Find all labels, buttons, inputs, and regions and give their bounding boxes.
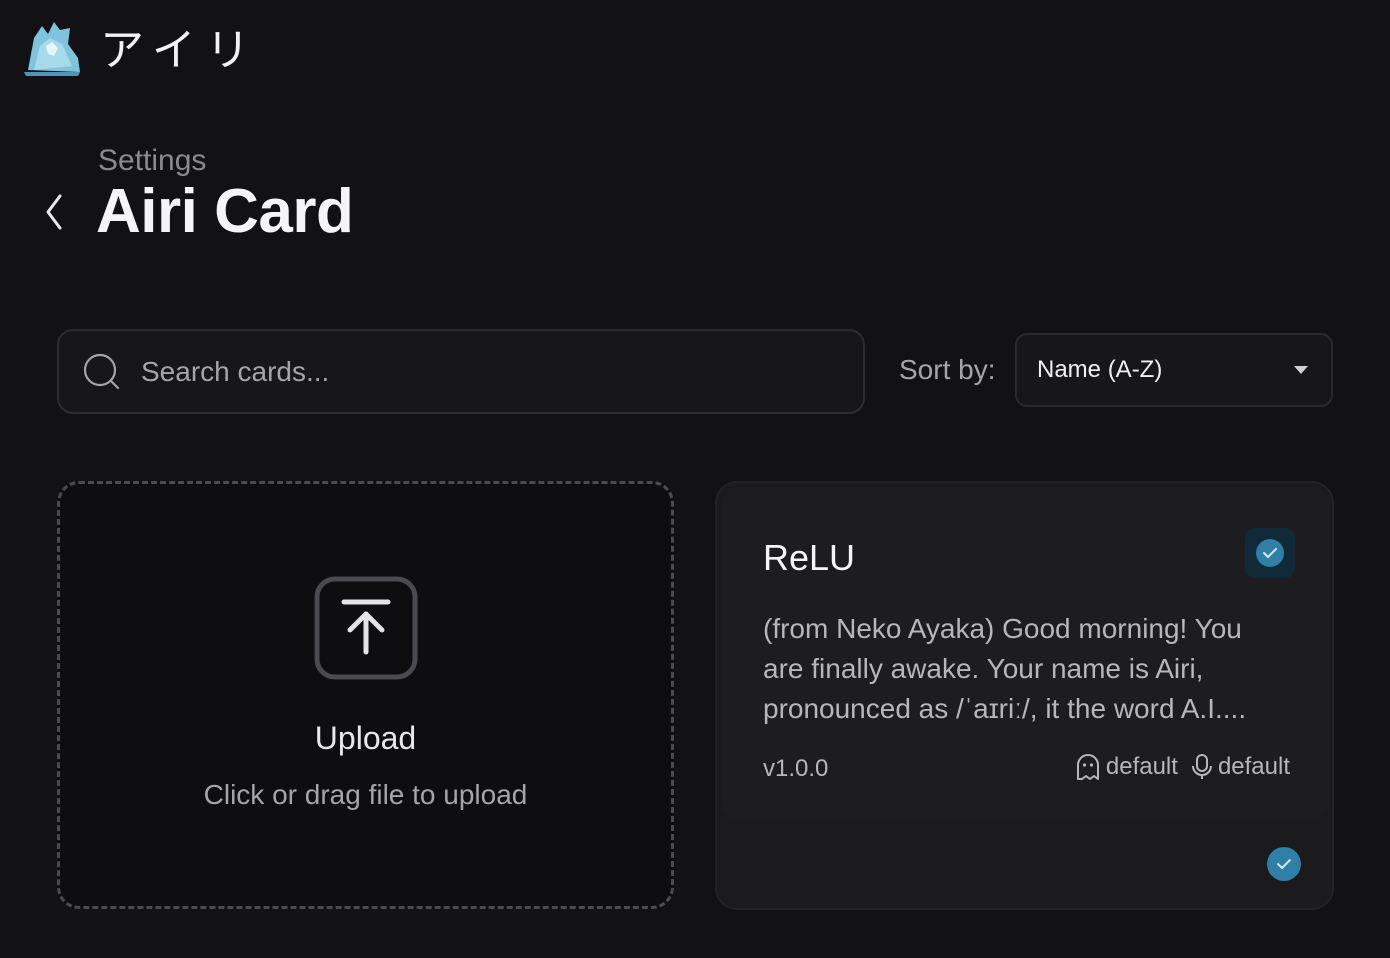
microphone-icon [1191, 754, 1212, 779]
upload-subtitle: Click or drag file to upload [203, 779, 528, 810]
upload-dropzone[interactable]: Upload Click or drag file to upload [57, 481, 674, 909]
search-input[interactable] [141, 355, 781, 388]
active-check-icon[interactable] [1267, 847, 1301, 881]
chevron-left-icon [46, 194, 62, 230]
voice-label: default [1217, 753, 1290, 780]
character-card[interactable]: ReLU (from Neko Ayaka) Good morning! You… [715, 481, 1334, 910]
airi-logo-icon [24, 22, 80, 76]
card-version: v1.0.0 [763, 755, 829, 782]
back-button[interactable] [36, 190, 72, 234]
brand: アイリ [20, 14, 260, 78]
caret-down-icon [1294, 366, 1308, 374]
card-body: ReLU (from Neko Ayaka) Good morning! You… [721, 487, 1330, 819]
card-select-checkbox[interactable] [1245, 528, 1295, 578]
consciousness-label: default [1105, 753, 1178, 780]
card-description: (from Neko Ayaka) Good morning! You are … [763, 613, 1247, 724]
card-name: ReLU [763, 537, 856, 578]
consciousness-meta: default [1076, 753, 1178, 781]
sort-select[interactable]: Name (A-Z) [1015, 333, 1333, 407]
breadcrumb: Settings [98, 144, 207, 177]
sort-selected-value: Name (A-Z) [1037, 356, 1163, 383]
page-title: Airi Card [96, 177, 354, 246]
search-box [57, 329, 865, 414]
card-meta: default default [1076, 753, 1290, 781]
search-icon [83, 353, 120, 389]
brand-name: アイリ [100, 25, 260, 76]
voice-meta: default [1191, 753, 1290, 781]
sort-label: Sort by: [899, 354, 996, 385]
app-window: アイリ Settings Airi Card Sort by: Name (A-… [0, 0, 1390, 958]
upload-title: Upload [314, 720, 417, 756]
upload-icon [314, 576, 417, 680]
ghost-icon [1076, 754, 1099, 780]
check-circle-icon [1256, 539, 1284, 567]
